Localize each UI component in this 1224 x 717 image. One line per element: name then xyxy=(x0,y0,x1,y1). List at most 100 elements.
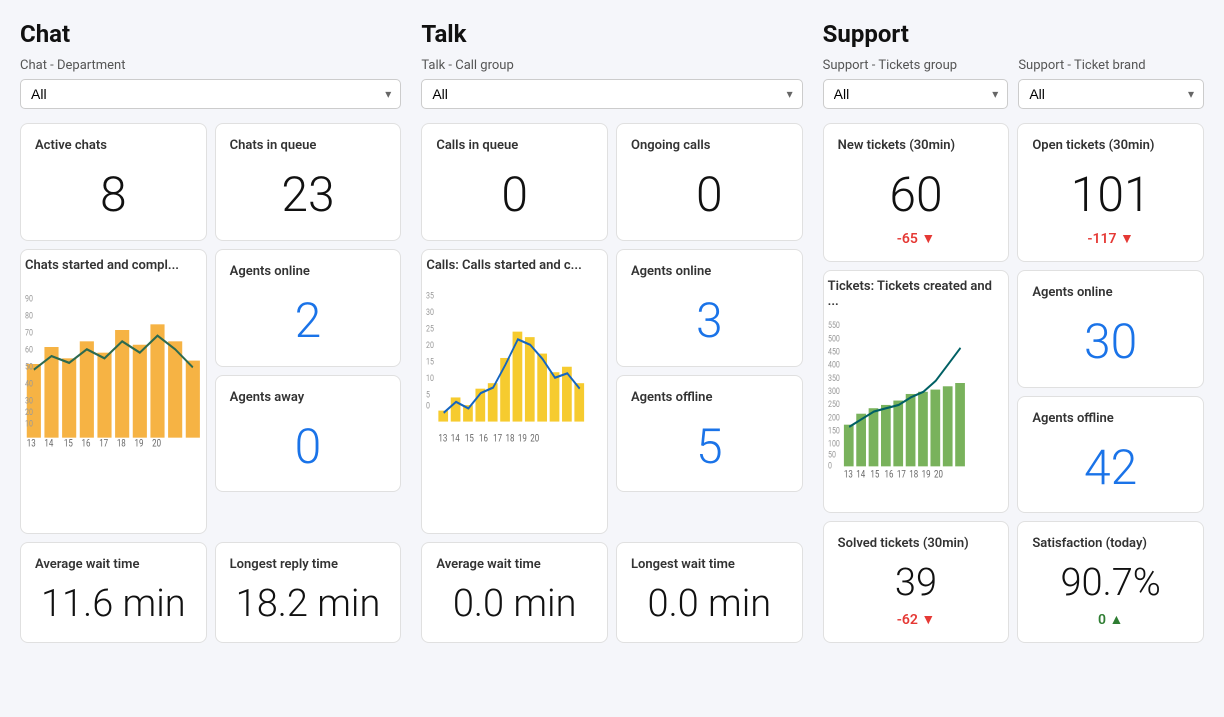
solved-tickets-value: 39 xyxy=(838,553,995,607)
open-tickets-label: Open tickets (30min) xyxy=(1032,138,1189,153)
active-chats-card: Active chats 8 xyxy=(20,123,207,241)
talk-chart-label: Calls: Calls started and c... xyxy=(426,258,603,273)
talk-longest-wait-card: Longest wait time 0.0 min xyxy=(616,542,803,643)
svg-text:50: 50 xyxy=(25,361,33,372)
svg-text:18: 18 xyxy=(117,439,126,449)
chat-agents-away-card: Agents away 0 xyxy=(215,375,402,493)
chats-in-queue-card: Chats in queue 23 xyxy=(215,123,402,241)
talk-title: Talk xyxy=(421,20,802,48)
chat-longest-reply-card: Longest reply time 18.2 min xyxy=(215,542,402,643)
svg-text:20: 20 xyxy=(531,433,540,444)
chat-chart-card: Chats started and compl... xyxy=(20,249,207,535)
support-chart-card: Tickets: Tickets created and ... 550 500… xyxy=(823,270,1010,514)
svg-text:40: 40 xyxy=(25,378,33,389)
svg-text:19: 19 xyxy=(921,469,930,480)
open-tickets-delta: -117 ▼ xyxy=(1032,230,1189,247)
support-agents-offline-value: 42 xyxy=(1084,442,1137,495)
svg-text:17: 17 xyxy=(493,433,502,444)
svg-text:18: 18 xyxy=(909,469,918,480)
svg-text:16: 16 xyxy=(884,469,893,480)
chat-chart-label: Chats started and compl... xyxy=(25,258,202,273)
svg-text:350: 350 xyxy=(828,373,840,383)
svg-text:19: 19 xyxy=(518,433,527,444)
chat-avg-wait-card: Average wait time 11.6 min xyxy=(20,542,207,643)
svg-text:20: 20 xyxy=(934,469,943,480)
support-filters: Support - Tickets group All ▾ Support - … xyxy=(823,58,1204,123)
svg-text:14: 14 xyxy=(856,469,865,480)
support-ticketbrand-filter[interactable]: All ▾ xyxy=(1018,79,1204,109)
chat-department-select[interactable]: All xyxy=(20,79,401,109)
talk-longest-wait-label: Longest wait time xyxy=(631,557,788,572)
svg-text:70: 70 xyxy=(25,327,33,338)
svg-text:450: 450 xyxy=(828,347,840,357)
svg-text:13: 13 xyxy=(439,433,448,444)
talk-callgroup-filter[interactable]: All ▾ xyxy=(421,79,802,109)
chat-agents-online-card: Agents online 2 xyxy=(215,249,402,367)
svg-text:200: 200 xyxy=(828,412,840,422)
svg-text:15: 15 xyxy=(64,439,73,449)
svg-text:13: 13 xyxy=(27,439,36,449)
ongoing-calls-card: Ongoing calls 0 xyxy=(616,123,803,241)
svg-text:300: 300 xyxy=(828,386,840,396)
support-agents-offline-label: Agents offline xyxy=(1032,411,1189,426)
active-chats-value: 8 xyxy=(100,169,127,222)
support-ticketgroup-filter[interactable]: All ▾ xyxy=(823,79,1009,109)
svg-text:10: 10 xyxy=(426,373,434,383)
support-ticketbrand-select[interactable]: All xyxy=(1018,79,1204,109)
talk-avg-wait-value: 0.0 min xyxy=(436,574,593,628)
chats-in-queue-label: Chats in queue xyxy=(230,138,387,153)
svg-text:20: 20 xyxy=(426,340,434,350)
svg-text:15: 15 xyxy=(465,433,474,444)
svg-text:250: 250 xyxy=(828,399,840,409)
support-agents-online-card: Agents online 30 xyxy=(1017,270,1204,388)
svg-text:19: 19 xyxy=(135,439,144,449)
support-title: Support xyxy=(823,20,1204,48)
talk-agents-online-label: Agents online xyxy=(631,264,788,279)
svg-text:400: 400 xyxy=(828,360,840,370)
chat-department-filter[interactable]: All ▾ xyxy=(20,79,401,109)
talk-chart-card: Calls: Calls started and c... 35 30 25 2… xyxy=(421,249,608,535)
solved-tickets-card: Solved tickets (30min) 39 -62 ▼ xyxy=(823,521,1010,643)
svg-text:16: 16 xyxy=(479,433,488,444)
svg-text:5: 5 xyxy=(426,390,430,400)
support-ticketgroup-select[interactable]: All xyxy=(823,79,1009,109)
new-tickets-card: New tickets (30min) 60 -65 ▼ xyxy=(823,123,1010,262)
svg-text:30: 30 xyxy=(25,395,33,406)
svg-text:25: 25 xyxy=(426,324,434,334)
new-tickets-delta: -65 ▼ xyxy=(838,230,995,247)
solved-tickets-delta: -62 ▼ xyxy=(838,611,995,628)
support-agents-online-label: Agents online xyxy=(1032,285,1189,300)
talk-agents-offline-card: Agents offline 5 xyxy=(616,375,803,493)
solved-tickets-label: Solved tickets (30min) xyxy=(838,536,995,551)
dashboard: Chat Chat - Department All ▾ Active chat… xyxy=(20,20,1204,643)
svg-text:16: 16 xyxy=(82,439,91,449)
talk-agents-online-card: Agents online 3 xyxy=(616,249,803,367)
support-section: Support Support - Tickets group All ▾ Su… xyxy=(823,20,1204,643)
svg-text:15: 15 xyxy=(426,357,434,367)
calls-in-queue-value: 0 xyxy=(501,169,528,222)
svg-text:15: 15 xyxy=(870,469,879,480)
ongoing-calls-value: 0 xyxy=(696,169,723,222)
chats-in-queue-value: 23 xyxy=(281,169,334,222)
talk-callgroup-select[interactable]: All xyxy=(421,79,802,109)
new-tickets-value: 60 xyxy=(889,169,942,222)
svg-text:60: 60 xyxy=(25,344,33,355)
svg-text:100: 100 xyxy=(828,439,840,449)
svg-text:0: 0 xyxy=(426,401,430,411)
svg-text:20: 20 xyxy=(25,406,33,417)
svg-text:10: 10 xyxy=(25,417,33,428)
chat-avg-wait-label: Average wait time xyxy=(35,557,192,572)
svg-text:150: 150 xyxy=(828,426,840,436)
chat-agents-away-value: 0 xyxy=(295,421,322,474)
chat-avg-wait-value: 11.6 min xyxy=(35,574,192,628)
svg-text:0: 0 xyxy=(828,461,832,471)
svg-text:50: 50 xyxy=(828,450,836,460)
calls-in-queue-card: Calls in queue 0 xyxy=(421,123,608,241)
satisfaction-value: 90.7% xyxy=(1032,553,1189,607)
svg-text:18: 18 xyxy=(506,433,515,444)
talk-agents-offline-label: Agents offline xyxy=(631,390,788,405)
chat-filter-label: Chat - Department xyxy=(20,58,401,73)
svg-text:20: 20 xyxy=(152,439,161,449)
ongoing-calls-label: Ongoing calls xyxy=(631,138,788,153)
talk-agents-offline-value: 5 xyxy=(696,421,723,474)
